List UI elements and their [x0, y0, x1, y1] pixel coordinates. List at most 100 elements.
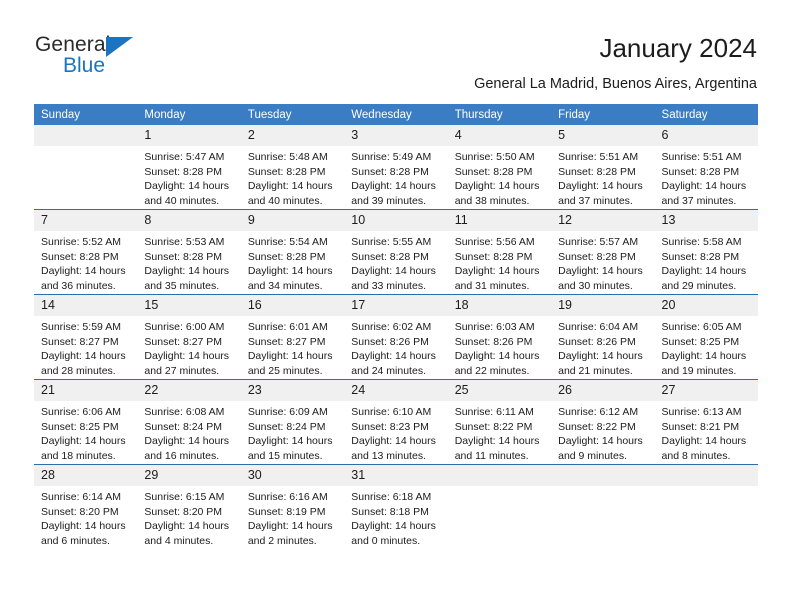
calendar-day-cell[interactable]: 22 Sunrise: 6:08 AM Sunset: 8:24 PM Dayligh… [137, 379, 241, 465]
day-number: 14 [34, 295, 138, 316]
daylight-text-line1: Daylight: 14 hours [144, 350, 230, 362]
sunrise-text: Sunrise: 6:08 AM [144, 406, 225, 418]
sunset-text: Sunset: 8:25 PM [661, 335, 740, 348]
calendar-page: General Blue January 2024 General La Mad… [0, 0, 792, 612]
calendar-day-cell[interactable]: 10 Sunrise: 5:55 AM Sunset: 8:28 PM Dayligh… [344, 209, 448, 295]
sunrise-text: Sunrise: 5:50 AM [454, 151, 535, 163]
calendar-day-cell[interactable]: 24 Sunrise: 6:10 AM Sunset: 8:23 PM Dayligh… [344, 379, 448, 465]
day-number: 16 [240, 295, 345, 316]
sunrise-text: Sunrise: 5:51 AM [661, 151, 742, 163]
calendar-day-cell[interactable]: 31 Sunrise: 6:18 AM Sunset: 8:18 PM Dayligh… [344, 464, 448, 549]
daylight-text-line1: Daylight: 14 hours [661, 435, 747, 447]
calendar-day-cell[interactable]: 18 Sunrise: 6:03 AM Sunset: 8:26 PM Dayligh… [447, 294, 552, 380]
calendar-week-row: 1 Sunrise: 5:47 AM Sunset: 8:28 PM Daylight… [34, 125, 758, 210]
day-details: Sunrise: 6:16 AM Sunset: 8:19 PM Daylight:… [241, 486, 344, 548]
day-number [447, 465, 552, 486]
calendar-day-cell[interactable]: 27 Sunrise: 6:13 AM Sunset: 8:21 PM Dayligh… [654, 379, 758, 465]
calendar-day-cell[interactable]: 8 Sunrise: 5:53 AM Sunset: 8:28 PM Daylight… [137, 209, 241, 295]
day-details: Sunrise: 6:15 AM Sunset: 8:20 PM Daylight:… [137, 486, 240, 548]
calendar-day-cell[interactable]: 1 Sunrise: 5:47 AM Sunset: 8:28 PM Daylight… [137, 125, 241, 210]
sunset-text: Sunset: 8:28 PM [351, 250, 429, 263]
calendar-day-cell[interactable]: 2 Sunrise: 5:48 AM Sunset: 8:28 PM Daylight… [240, 125, 345, 210]
weekday-header-monday: Monday [137, 104, 241, 125]
sunset-text: Sunset: 8:27 PM [41, 335, 119, 348]
day-details: Sunrise: 6:18 AM Sunset: 8:18 PM Daylight:… [344, 486, 447, 548]
weekday-header-thursday: Thursday [447, 104, 552, 125]
calendar-day-cell[interactable]: 12 Sunrise: 5:57 AM Sunset: 8:28 PM Dayligh… [551, 209, 655, 295]
calendar-day-cell[interactable]: 16 Sunrise: 6:01 AM Sunset: 8:27 PM Dayligh… [240, 294, 345, 380]
day-details: Sunrise: 6:03 AM Sunset: 8:26 PM Daylight:… [448, 316, 551, 378]
calendar-day-cell[interactable]: 14 Sunrise: 5:59 AM Sunset: 8:27 PM Dayligh… [34, 294, 138, 380]
calendar-day-cell[interactable]: 25 Sunrise: 6:11 AM Sunset: 8:22 PM Dayligh… [447, 379, 552, 465]
sunset-text: Sunset: 8:22 PM [454, 420, 533, 433]
calendar-day-cell[interactable]: 11 Sunrise: 5:56 AM Sunset: 8:28 PM Dayligh… [447, 209, 552, 295]
daylight-text-line2: and 24 minutes. [351, 364, 426, 377]
calendar-day-cell[interactable]: 30 Sunrise: 6:16 AM Sunset: 8:19 PM Dayligh… [240, 464, 345, 549]
calendar-day-cell[interactable]: 17 Sunrise: 6:02 AM Sunset: 8:26 PM Dayligh… [344, 294, 448, 380]
daylight-text-line1: Daylight: 14 hours [558, 435, 643, 447]
calendar-day-cell[interactable]: 28 Sunrise: 6:14 AM Sunset: 8:20 PM Dayligh… [34, 464, 138, 549]
daylight-text-line1: Daylight: 14 hours [661, 180, 747, 192]
weekday-header-row: Sunday Monday Tuesday Wednesday Thursday… [34, 104, 758, 125]
calendar-day-cell[interactable]: 4 Sunrise: 5:50 AM Sunset: 8:28 PM Daylight… [447, 125, 552, 210]
calendar-day-cell[interactable]: 29 Sunrise: 6:15 AM Sunset: 8:20 PM Dayligh… [137, 464, 241, 549]
day-number: 9 [240, 210, 345, 231]
sunrise-text: Sunrise: 5:55 AM [351, 236, 432, 248]
daylight-text-line1: Daylight: 14 hours [558, 350, 643, 362]
calendar-day-cell[interactable]: 26 Sunrise: 6:12 AM Sunset: 8:22 PM Dayligh… [551, 379, 655, 465]
daylight-text-line2: and 40 minutes. [247, 194, 323, 207]
sunset-text: Sunset: 8:27 PM [247, 335, 326, 348]
sunrise-text: Sunrise: 6:05 AM [661, 321, 742, 333]
sunset-text: Sunset: 8:22 PM [558, 420, 636, 433]
sunset-text: Sunset: 8:28 PM [454, 250, 533, 263]
sunset-text: Sunset: 8:28 PM [351, 165, 429, 178]
day-number: 10 [344, 210, 448, 231]
daylight-text-line2: and 16 minutes. [144, 449, 220, 462]
calendar-day-cell[interactable]: 20 Sunrise: 6:05 AM Sunset: 8:25 PM Dayligh… [654, 294, 758, 380]
day-number: 6 [654, 125, 758, 146]
daylight-text-line1: Daylight: 14 hours [144, 180, 230, 192]
calendar-day-cell[interactable]: 21 Sunrise: 6:06 AM Sunset: 8:25 PM Dayligh… [34, 379, 138, 465]
calendar-day-cell[interactable]: 5 Sunrise: 5:51 AM Sunset: 8:28 PM Daylight… [551, 125, 655, 210]
day-number: 24 [344, 380, 448, 401]
sunset-text: Sunset: 8:26 PM [454, 335, 533, 348]
day-details: Sunrise: 6:09 AM Sunset: 8:24 PM Daylight:… [241, 401, 344, 463]
calendar-day-cell[interactable]: 9 Sunrise: 5:54 AM Sunset: 8:28 PM Daylight… [240, 209, 345, 295]
calendar-day-cell[interactable]: 7 Sunrise: 5:52 AM Sunset: 8:28 PM Daylight… [34, 209, 138, 295]
calendar-day-cell[interactable]: 6 Sunrise: 5:51 AM Sunset: 8:28 PM Daylight… [654, 125, 758, 210]
daylight-text-line2: and 38 minutes. [454, 194, 530, 207]
sunrise-text: Sunrise: 5:48 AM [247, 151, 328, 163]
daylight-text-line1: Daylight: 14 hours [144, 435, 230, 447]
daylight-text-line1: Daylight: 14 hours [144, 265, 230, 277]
day-details: Sunrise: 6:13 AM Sunset: 8:21 PM Daylight:… [655, 401, 758, 463]
day-details: Sunrise: 5:55 AM Sunset: 8:28 PM Daylight:… [344, 231, 447, 293]
day-number: 3 [344, 125, 448, 146]
day-details: Sunrise: 5:54 AM Sunset: 8:28 PM Daylight:… [241, 231, 344, 293]
day-number: 31 [344, 465, 448, 486]
daylight-text-line2: and 0 minutes. [351, 534, 421, 547]
weekday-header-sunday: Sunday [34, 104, 138, 125]
calendar-day-cell[interactable]: 19 Sunrise: 6:04 AM Sunset: 8:26 PM Dayligh… [551, 294, 655, 380]
calendar-day-cell[interactable]: 23 Sunrise: 6:09 AM Sunset: 8:24 PM Dayligh… [240, 379, 345, 465]
calendar-week-row: 7 Sunrise: 5:52 AM Sunset: 8:28 PM Daylight… [34, 209, 758, 295]
day-number: 19 [551, 295, 655, 316]
sunset-text: Sunset: 8:24 PM [247, 420, 326, 433]
daylight-text-line1: Daylight: 14 hours [661, 350, 747, 362]
calendar-day-cell[interactable]: 15 Sunrise: 6:00 AM Sunset: 8:27 PM Dayligh… [137, 294, 241, 380]
daylight-text-line2: and 11 minutes. [454, 449, 529, 462]
sunset-text: Sunset: 8:20 PM [41, 505, 119, 518]
sunset-text: Sunset: 8:28 PM [41, 250, 119, 263]
sunrise-text: Sunrise: 6:06 AM [41, 406, 121, 418]
daylight-text-line2: and 22 minutes. [454, 364, 530, 377]
calendar-cell-empty [551, 464, 655, 549]
calendar-day-cell[interactable]: 13 Sunrise: 5:58 AM Sunset: 8:28 PM Dayligh… [654, 209, 758, 295]
day-details: Sunrise: 5:47 AM Sunset: 8:28 PM Daylight:… [137, 146, 240, 208]
calendar-cell-empty [654, 464, 758, 549]
day-number: 8 [137, 210, 241, 231]
sunrise-text: Sunrise: 5:53 AM [144, 236, 225, 248]
daylight-text-line2: and 27 minutes. [144, 364, 220, 377]
day-number: 1 [137, 125, 241, 146]
calendar-week-row: 21 Sunrise: 6:06 AM Sunset: 8:25 PM Dayligh… [34, 379, 758, 465]
sunrise-text: Sunrise: 5:52 AM [41, 236, 121, 248]
calendar-day-cell[interactable]: 3 Sunrise: 5:49 AM Sunset: 8:28 PM Daylight… [344, 125, 448, 210]
